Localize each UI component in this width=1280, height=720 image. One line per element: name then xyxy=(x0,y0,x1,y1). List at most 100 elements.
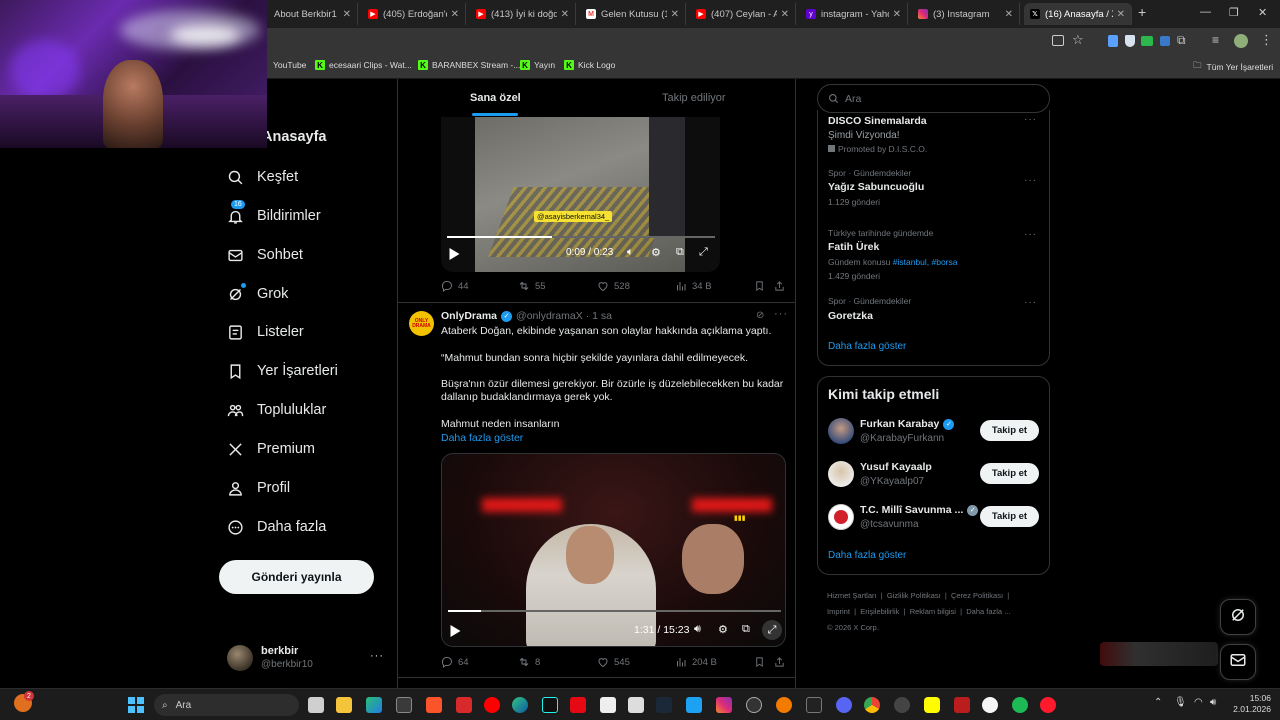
netflix-icon[interactable] xyxy=(570,697,586,713)
avatar[interactable] xyxy=(828,418,854,444)
close-icon[interactable]: ✕ xyxy=(1005,9,1013,20)
app-icon[interactable] xyxy=(776,697,792,713)
app-icon[interactable] xyxy=(456,697,472,713)
account-avatar[interactable] xyxy=(227,645,253,671)
video-progress-track[interactable] xyxy=(448,610,781,612)
tiktok-icon[interactable] xyxy=(542,697,558,713)
share-icon[interactable] xyxy=(774,279,785,297)
grok-icon[interactable]: ⊘ xyxy=(756,310,764,321)
brave-icon[interactable] xyxy=(426,697,442,713)
trend-yagiz[interactable]: Spor · Gündemdekiler Yağız Sabuncuoğlu 1… xyxy=(828,168,924,207)
app-icon[interactable] xyxy=(600,697,616,713)
close-icon[interactable]: ✕ xyxy=(893,9,901,20)
cast-icon[interactable] xyxy=(1052,35,1064,46)
nav-item-profile[interactable]: Profil xyxy=(226,475,290,501)
nav-item-premium[interactable]: Premium xyxy=(226,436,315,462)
puzzle-icon[interactable]: ⧉ xyxy=(1177,33,1186,48)
tab-instagram[interactable]: (3) Instagram ✕ xyxy=(912,3,1020,25)
bookmark-yayin[interactable]: K Yayın xyxy=(520,60,555,70)
spotify-icon[interactable] xyxy=(1012,697,1028,713)
close-icon[interactable]: ✕ xyxy=(451,9,459,20)
chevron-up-icon[interactable]: ⌃ xyxy=(1154,697,1162,708)
messages-fab[interactable] xyxy=(1220,644,1256,680)
opera-icon[interactable] xyxy=(1040,697,1056,713)
twitter-icon[interactable] xyxy=(686,697,702,713)
trend-fatih[interactable]: Türkiye tarihinde gündemde Fatih Ürek Gü… xyxy=(828,228,958,281)
nav-item-notifications[interactable]: 16 Bildirimler xyxy=(226,200,321,229)
taskbar-search-input[interactable]: ⌕ Ara xyxy=(154,694,299,716)
menu-lines-icon[interactable]: ≡ xyxy=(1212,33,1219,47)
trend-goretzka[interactable]: Spor · Gündemdekiler Goretzka xyxy=(828,296,911,322)
close-icon[interactable]: ✕ xyxy=(343,9,351,20)
settings-icon[interactable] xyxy=(396,697,412,713)
bookmark-kick-logo[interactable]: K Kick Logo xyxy=(564,60,615,70)
settings-icon[interactable]: ⚙︎ xyxy=(651,246,661,259)
new-tab-button[interactable]: + xyxy=(1138,4,1146,20)
profile-avatar-icon[interactable] xyxy=(1234,34,1248,48)
tab-gmail[interactable]: MGelen Kutusu (1.349✕ xyxy=(580,3,686,25)
follow-button[interactable]: Takip et xyxy=(980,463,1039,484)
tab-x-home[interactable]: 𝕏 (16) Anasayfa / X ✕ xyxy=(1024,3,1132,25)
steam-icon[interactable] xyxy=(656,697,672,713)
account-menu-icon[interactable]: ··· xyxy=(370,650,384,662)
minimize-icon[interactable]: — xyxy=(1200,6,1211,18)
tweet2-author[interactable]: OnlyDrama ✓ @onlydramaX · 1 sa xyxy=(441,310,612,322)
bookmark-icon[interactable] xyxy=(754,279,765,297)
wifi-icon[interactable]: ◠ xyxy=(1194,697,1203,708)
tweet-more-icon[interactable]: ··· xyxy=(774,308,788,320)
mute-icon[interactable]: 🔈︎ xyxy=(627,246,634,259)
trend-more-icon[interactable]: ··· xyxy=(1024,229,1037,240)
bookmark-ecesaari[interactable]: Kecesaari Clips - Wat... xyxy=(315,60,412,70)
views-button[interactable]: 34 B xyxy=(675,280,712,292)
taskbar-clock[interactable]: 15:06 2.01.2026 xyxy=(1233,693,1271,715)
nav-home[interactable]: Anasayfa xyxy=(262,129,326,145)
play-icon[interactable] xyxy=(450,624,461,642)
picture-in-picture-icon[interactable]: ⧉ xyxy=(676,246,684,259)
nav-item-explore[interactable]: Keşfet xyxy=(226,164,298,190)
trends-show-more[interactable]: Daha fazla göster xyxy=(828,341,906,352)
repost-button[interactable]: 55 xyxy=(518,280,546,292)
post-button[interactable]: Gönderi yayınla xyxy=(219,560,374,594)
snapchat-icon[interactable] xyxy=(924,697,940,713)
follow-button[interactable]: Takip et xyxy=(980,506,1039,527)
suggested-user-name[interactable]: T.C. Millî Savunma ... ✓ xyxy=(860,504,979,516)
windows-start-icon[interactable] xyxy=(128,697,144,713)
task-view-icon[interactable] xyxy=(308,697,324,713)
copilot-icon[interactable] xyxy=(366,697,382,713)
volume-icon[interactable]: 🔊︎ xyxy=(1210,697,1216,708)
kebab-menu-icon[interactable]: ⋮ xyxy=(1260,32,1273,48)
reply-button[interactable]: 44 xyxy=(441,280,469,292)
discord-icon[interactable] xyxy=(836,697,852,713)
nav-item-lists[interactable]: Listeler xyxy=(226,319,304,345)
tab-about-berkbir[interactable]: About Berkbir1 - Tw✕ xyxy=(268,3,358,25)
like-button[interactable]: 528 xyxy=(597,280,630,292)
extension-icon[interactable] xyxy=(1160,36,1170,46)
bookmark-icon[interactable] xyxy=(754,655,765,673)
who-to-follow-show-more[interactable]: Daha fazla göster xyxy=(828,550,906,561)
epic-games-icon[interactable] xyxy=(806,697,822,713)
nav-item-communities[interactable]: Topluluklar xyxy=(226,397,326,423)
avatar[interactable] xyxy=(828,504,854,530)
all-bookmarks[interactable]: 🗀 Tüm Yer İşaretleri xyxy=(1193,60,1273,74)
show-more-link[interactable]: Daha fazla göster xyxy=(441,432,523,445)
nav-item-more[interactable]: Daha fazla xyxy=(226,514,326,540)
bookmark-youtube[interactable]: YouTube xyxy=(273,60,306,70)
chrome-icon[interactable] xyxy=(864,697,880,713)
grok-fab[interactable] xyxy=(1220,599,1256,635)
tab-yahoo[interactable]: yinstagram - Yahoo✕ xyxy=(800,3,908,25)
clock-icon[interactable] xyxy=(746,697,762,713)
instagram-icon[interactable] xyxy=(716,697,732,713)
fullscreen-icon[interactable]: ⤢ xyxy=(699,246,708,259)
settings-icon[interactable]: ⚙︎ xyxy=(718,623,728,636)
close-icon[interactable]: ✕ xyxy=(781,9,789,20)
nav-item-chat[interactable]: Sohbet xyxy=(226,242,303,268)
tab-ceylan[interactable]: ▶(407) Ceylan - Anne✕ xyxy=(690,3,796,25)
trend-promoted[interactable]: DISCO Sinemalarda Şimdi Vizyonda! Promot… xyxy=(828,115,927,154)
tweet2-video[interactable]: ▮▮▮ 1:31 / 15:23 🔊︎ ⚙︎ ⧉ ⤢ xyxy=(441,453,786,647)
yandex-icon[interactable] xyxy=(982,697,998,713)
views-button[interactable]: 204 B xyxy=(675,656,717,668)
nav-item-grok[interactable]: Grok xyxy=(226,281,288,307)
suggested-user-name[interactable]: Yusuf Kayaalp xyxy=(860,461,932,473)
tab-for-you[interactable]: Sana özel xyxy=(470,92,521,104)
nav-item-bookmarks[interactable]: Yer İşaretleri xyxy=(226,358,338,384)
